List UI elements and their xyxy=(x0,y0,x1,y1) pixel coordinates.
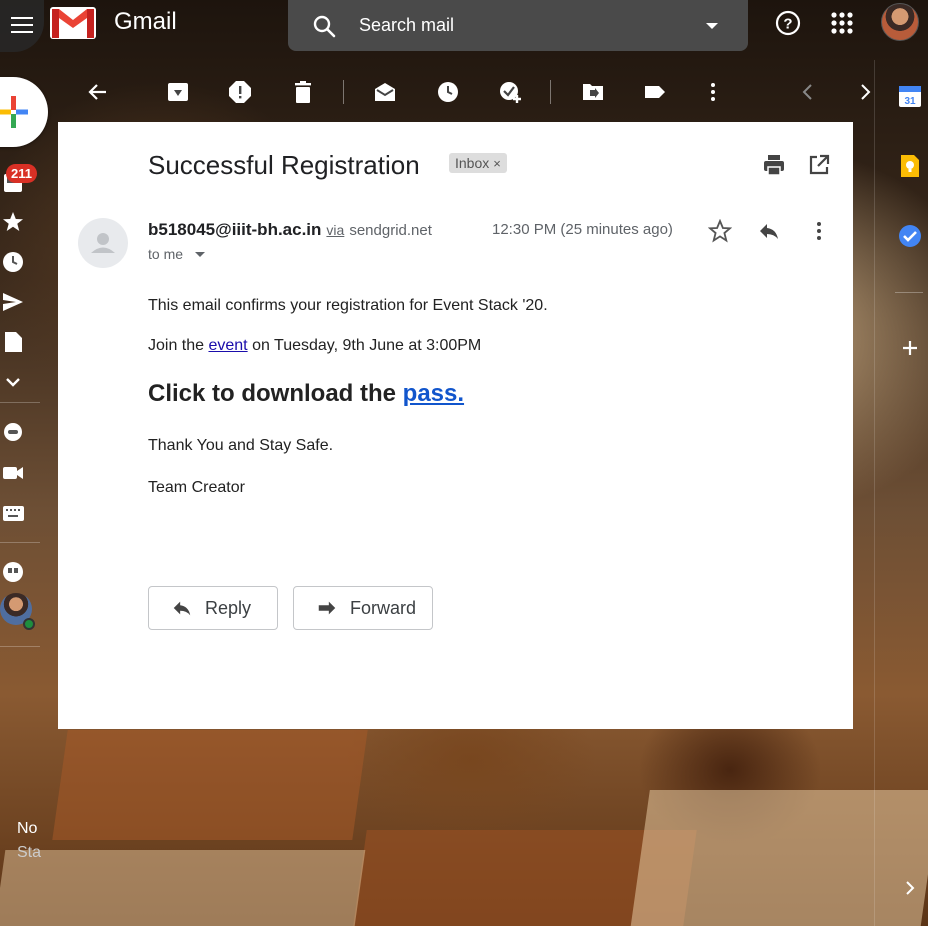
add-task-icon[interactable] xyxy=(498,80,522,104)
account-avatar[interactable] xyxy=(881,3,919,41)
label-name: Inbox xyxy=(455,155,490,171)
remove-label-icon[interactable]: × xyxy=(493,156,501,171)
forward-button[interactable]: Forward xyxy=(293,586,433,630)
star-icon[interactable] xyxy=(2,211,24,233)
more-vert-icon[interactable] xyxy=(807,219,831,243)
mark-unread-icon[interactable] xyxy=(373,80,397,104)
body-line-3: Thank You and Stay Safe. xyxy=(148,437,334,454)
snooze-icon[interactable] xyxy=(436,80,460,104)
email-view: Successful Registration Inbox × b518045@… xyxy=(58,122,853,729)
via-domain: sendgrid.net xyxy=(349,222,432,239)
inbox-count-badge: 211 xyxy=(6,164,37,183)
gmail-m-icon xyxy=(50,7,96,39)
back-arrow-icon[interactable] xyxy=(86,80,110,104)
keyboard-icon[interactable] xyxy=(2,502,24,524)
body-line-2: Join the event on Tuesday, 9th June at 3… xyxy=(148,337,481,355)
clock-icon[interactable] xyxy=(2,251,24,273)
download-headline: Click to download the pass. xyxy=(148,380,464,408)
inbox-label-chip[interactable]: Inbox × xyxy=(449,153,507,173)
online-status-dot xyxy=(23,618,35,630)
delete-icon[interactable] xyxy=(291,80,315,104)
chat-icon[interactable] xyxy=(2,422,24,444)
add-icon[interactable] xyxy=(898,336,922,360)
gmail-logo[interactable]: Gmail xyxy=(50,5,177,39)
app-name: Gmail xyxy=(114,8,177,35)
archive-icon[interactable] xyxy=(166,80,190,104)
more-vert-icon[interactable] xyxy=(701,80,725,104)
more-icon[interactable] xyxy=(2,371,24,393)
download-headline-text: Click to download the xyxy=(148,380,403,407)
default-person-icon xyxy=(91,233,115,253)
open-in-new-window-icon[interactable] xyxy=(807,153,831,177)
search-options-icon[interactable] xyxy=(706,22,718,29)
forward-icon xyxy=(318,601,336,615)
body-line-2-prefix: Join the xyxy=(148,337,209,354)
send-icon[interactable] xyxy=(2,291,24,313)
hangouts-footer-text: No xyxy=(17,820,38,837)
event-link[interactable]: event xyxy=(208,337,247,354)
reply-button-label: Reply xyxy=(205,597,252,618)
email-subject: Successful Registration xyxy=(148,150,420,180)
hangouts-footer-text-2: Sta xyxy=(17,844,42,861)
help-icon[interactable]: ? xyxy=(774,9,802,37)
report-spam-icon[interactable] xyxy=(228,80,252,104)
label-icon[interactable] xyxy=(643,80,667,104)
chevron-down-icon xyxy=(195,251,206,257)
email-timestamp: 12:30 PM (25 minutes ago) xyxy=(492,221,673,238)
apps-grid-icon[interactable] xyxy=(828,9,856,37)
draft-icon[interactable] xyxy=(2,331,24,353)
calendar-day-number: 31 xyxy=(904,96,916,107)
print-icon[interactable] xyxy=(762,153,786,177)
search-input[interactable]: Search mail xyxy=(359,15,706,36)
reply-button[interactable]: Reply xyxy=(148,586,278,630)
reply-icon[interactable] xyxy=(757,219,781,243)
hangouts-icon[interactable] xyxy=(2,562,24,584)
sender-avatar[interactable] xyxy=(78,218,128,268)
via-link[interactable]: via xyxy=(326,222,344,238)
top-bar: Gmail Search mail ? xyxy=(0,0,928,60)
search-bar[interactable]: Search mail xyxy=(288,0,748,51)
body-line-1: This email confirms your registration fo… xyxy=(148,297,548,314)
side-panel: 31 xyxy=(874,60,928,926)
main-menu-button[interactable] xyxy=(0,0,44,52)
prev-icon[interactable] xyxy=(796,80,820,104)
keep-icon[interactable] xyxy=(898,154,922,178)
sender-email[interactable]: b518045@iiit-bh.ac.in xyxy=(148,220,321,240)
pass-download-link[interactable]: pass. xyxy=(403,380,464,407)
move-to-icon[interactable] xyxy=(581,80,605,104)
recipients-toggle[interactable]: to me xyxy=(148,246,206,262)
recipients-text: to me xyxy=(148,246,184,262)
video-icon[interactable] xyxy=(2,462,24,484)
plus-icon[interactable] xyxy=(0,96,28,128)
star-icon[interactable] xyxy=(708,219,732,243)
expand-icon[interactable] xyxy=(898,876,922,900)
tasks-icon[interactable] xyxy=(898,224,922,248)
reply-icon xyxy=(173,601,191,616)
forward-button-label: Forward xyxy=(350,597,417,618)
search-icon[interactable] xyxy=(312,14,336,38)
svg-text:?: ? xyxy=(783,16,792,33)
calendar-icon[interactable]: 31 xyxy=(898,84,922,108)
sender-line: b518045@iiit-bh.ac.in via sendgrid.net xyxy=(148,220,432,240)
signature: Team Creator xyxy=(148,479,245,496)
main-menu-icon xyxy=(11,17,33,33)
body-line-2-suffix: on Tuesday, 9th June at 3:00PM xyxy=(247,337,482,354)
